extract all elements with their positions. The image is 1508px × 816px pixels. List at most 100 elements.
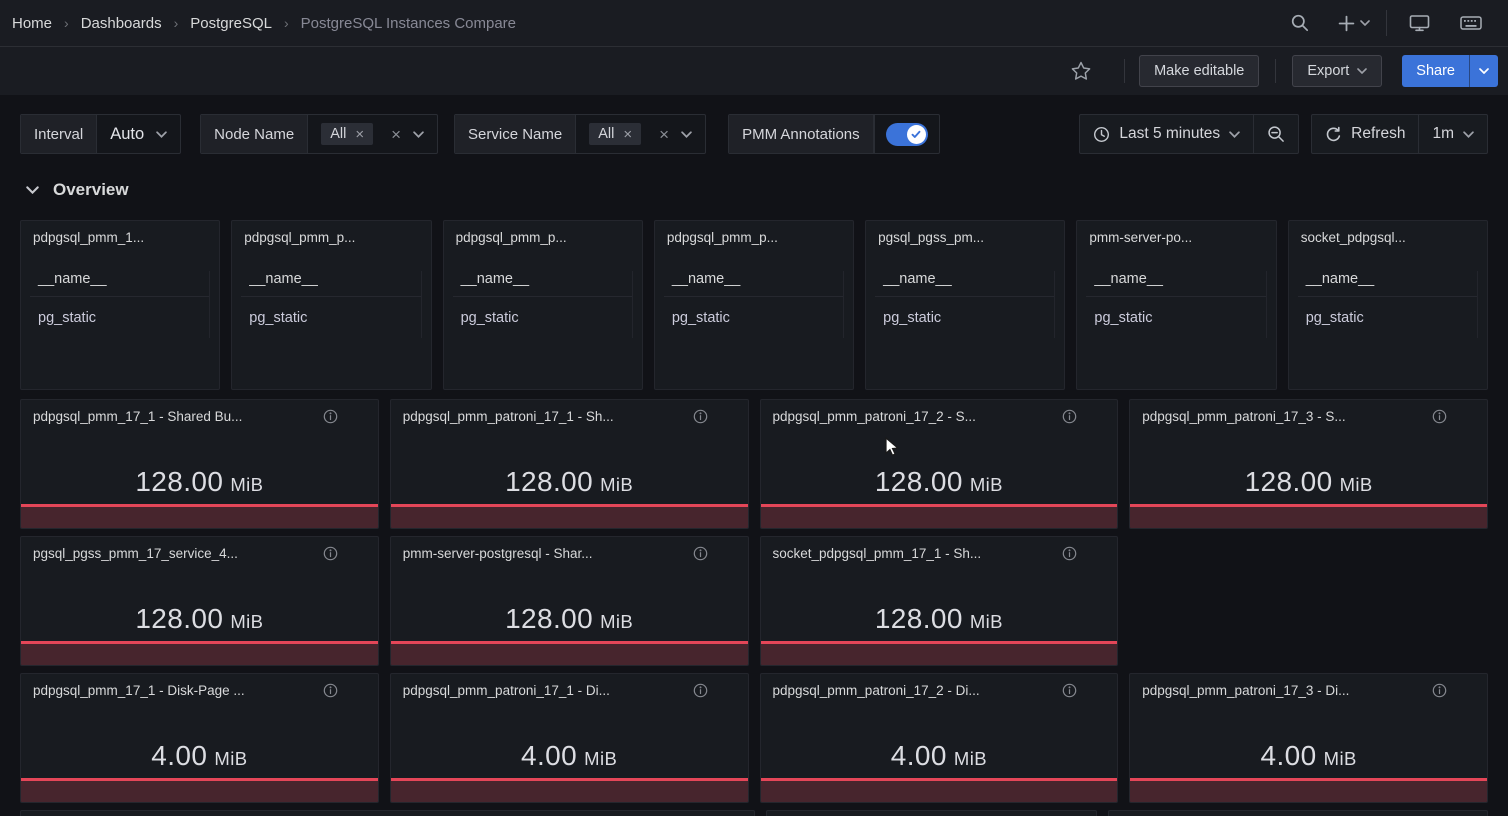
stat-threshold-bar: [761, 641, 1118, 665]
time-range-label: Last 5 minutes: [1119, 125, 1220, 143]
stat-unit: MiB: [230, 474, 263, 495]
clear-icon[interactable]: ×: [659, 126, 669, 143]
share-button[interactable]: Share: [1402, 55, 1469, 87]
info-icon[interactable]: [323, 683, 338, 698]
breadcrumb-dashboards[interactable]: Dashboards: [81, 15, 162, 32]
search-icon[interactable]: [1286, 9, 1314, 37]
info-icon[interactable]: [323, 546, 338, 561]
info-icon[interactable]: [1432, 683, 1447, 698]
panel-title[interactable]: pdpgsql_pmm_patroni_17_3 - S...: [1142, 409, 1345, 424]
stat-value: 128.00MiB: [1130, 466, 1487, 498]
add-icon: [1338, 15, 1355, 32]
dashboard-toolbar: Make editable Export Share: [0, 47, 1508, 95]
service-name-select[interactable]: All × ×: [576, 115, 705, 153]
table-column-header[interactable]: __name__: [1086, 271, 1265, 297]
stat-unit: MiB: [600, 474, 633, 495]
name-panel: socket_pdpgsql... __name__ pg_static: [1288, 220, 1488, 390]
table-column-header[interactable]: __name__: [875, 271, 1054, 297]
table-column-header[interactable]: __name__: [30, 271, 209, 297]
info-icon[interactable]: [1062, 409, 1077, 424]
panel-title[interactable]: pdpgsql_pmm_patroni_17_2 - Di...: [773, 683, 980, 698]
panel-title[interactable]: pdpgsql_pmm_patroni_17_1 - Di...: [403, 683, 610, 698]
table-column-header[interactable]: __name__: [453, 271, 632, 297]
info-icon[interactable]: [1432, 409, 1447, 424]
time-range-button[interactable]: Last 5 minutes: [1080, 115, 1253, 153]
panel-title[interactable]: pdpgsql_pmm_1...: [21, 221, 219, 245]
refresh-interval-select[interactable]: 1m: [1418, 115, 1487, 153]
name-panel: pdpgsql_pmm_p... __name__ pg_static: [654, 220, 854, 390]
panel-title[interactable]: pdpgsql_pmm_17_1 - Shared Bu...: [33, 409, 242, 424]
clock-icon: [1093, 126, 1110, 143]
panel-title[interactable]: pdpgsql_pmm_17_1 - Disk-Page ...: [33, 683, 245, 698]
keyboard-icon[interactable]: [1456, 9, 1486, 37]
info-icon[interactable]: [1062, 683, 1077, 698]
star-icon[interactable]: [1064, 54, 1098, 88]
info-icon[interactable]: [693, 546, 708, 561]
panel-title[interactable]: socket_pdpgsql_pmm_17_1 - Sh...: [773, 546, 982, 561]
stat-panel: pdpgsql_pmm_patroni_17_1 - Di... 4.00MiB: [390, 673, 749, 803]
panel-title[interactable]: pgsql_pgss_pmm_17_service_4...: [33, 546, 238, 561]
node-name-select[interactable]: All × ×: [308, 115, 437, 153]
filter-bar: Interval Auto Node Name All × × Service …: [20, 114, 1488, 154]
panel-title[interactable]: pdpgsql_pmm_p...: [232, 221, 430, 245]
table-column-header[interactable]: __name__: [664, 271, 843, 297]
panel-title[interactable]: pgsql_pgss_pm...: [866, 221, 1064, 245]
panel-title[interactable]: pdpgsql_pmm_p...: [444, 221, 642, 245]
info-icon[interactable]: [693, 683, 708, 698]
zoom-out-button[interactable]: [1253, 115, 1298, 153]
stat-unit: MiB: [1324, 748, 1357, 769]
monitor-icon[interactable]: [1405, 9, 1434, 37]
panel-title[interactable]: pdpgsql_pmm_patroni_17_2 - S...: [773, 409, 976, 424]
refresh-button[interactable]: Refresh: [1312, 115, 1418, 153]
stat-panel: pdpgsql_pmm_patroni_17_2 - Di... 4.00MiB: [760, 673, 1119, 803]
name-panel: pdpgsql_pmm_p... __name__ pg_static: [443, 220, 643, 390]
breadcrumb-home[interactable]: Home: [12, 15, 52, 32]
zoom-out-icon: [1267, 125, 1285, 143]
panel-title[interactable]: pdpgsql_pmm_patroni_17_3 - Di...: [1142, 683, 1349, 698]
divider: [1124, 59, 1125, 83]
close-icon[interactable]: ×: [623, 127, 632, 142]
stat-value: 4.00MiB: [21, 740, 378, 772]
info-icon[interactable]: [1062, 546, 1077, 561]
panel-title[interactable]: pmm-server-po...: [1077, 221, 1275, 245]
pmm-annotations-label: PMM Annotations: [729, 115, 874, 153]
pmm-annotations-toggle[interactable]: [886, 123, 928, 146]
interval-variable: Interval Auto: [20, 114, 181, 154]
make-editable-button[interactable]: Make editable: [1139, 55, 1259, 87]
chevron-right-icon: ›: [281, 15, 292, 31]
export-button[interactable]: Export: [1292, 55, 1382, 87]
share-menu-button[interactable]: [1469, 55, 1498, 87]
interval-select[interactable]: Auto: [97, 115, 180, 153]
info-icon[interactable]: [323, 409, 338, 424]
service-name-chip[interactable]: All ×: [589, 123, 641, 145]
pmm-annotations-control: PMM Annotations: [728, 114, 940, 154]
panel-title[interactable]: pmm-server-postgresql - Shar...: [403, 546, 593, 561]
interval-value: Auto: [110, 125, 144, 144]
stat-value: 128.00MiB: [761, 603, 1118, 635]
close-icon[interactable]: ×: [355, 127, 364, 142]
clear-icon[interactable]: ×: [391, 126, 401, 143]
node-name-chip[interactable]: All ×: [321, 123, 373, 145]
panel-title[interactable]: pdpgsql_pmm_patroni_17_1 - Sh...: [403, 409, 614, 424]
table-column-header[interactable]: __name__: [1298, 271, 1477, 297]
breadcrumb-postgresql[interactable]: PostgreSQL: [190, 15, 272, 32]
panel-title[interactable]: pdpgsql_pmm_p...: [655, 221, 853, 245]
stat-value: 128.00MiB: [391, 603, 748, 635]
caret-down-icon: [413, 131, 424, 138]
caret-down-icon: [681, 131, 692, 138]
stat-threshold-bar: [1130, 778, 1487, 802]
stat-threshold-bar: [391, 778, 748, 802]
name-panels-row: pdpgsql_pmm_1... __name__ pg_static pdpg…: [20, 220, 1488, 390]
table-cell: pg_static: [453, 297, 632, 338]
overview-section-header[interactable]: Overview: [26, 175, 129, 205]
partial-panel: [20, 810, 755, 816]
table-column-header[interactable]: __name__: [241, 271, 420, 297]
panel-title[interactable]: socket_pdpgsql...: [1289, 221, 1487, 245]
stat-panel: pdpgsql_pmm_17_1 - Disk-Page ... 4.00MiB: [20, 673, 379, 803]
stat-threshold-bar: [761, 504, 1118, 528]
add-menu-button[interactable]: [1338, 15, 1370, 32]
service-name-label: Service Name: [455, 115, 576, 153]
table-cell: pg_static: [241, 297, 420, 338]
stat-panel: pmm-server-postgresql - Shar... 128.00Mi…: [390, 536, 749, 666]
info-icon[interactable]: [693, 409, 708, 424]
